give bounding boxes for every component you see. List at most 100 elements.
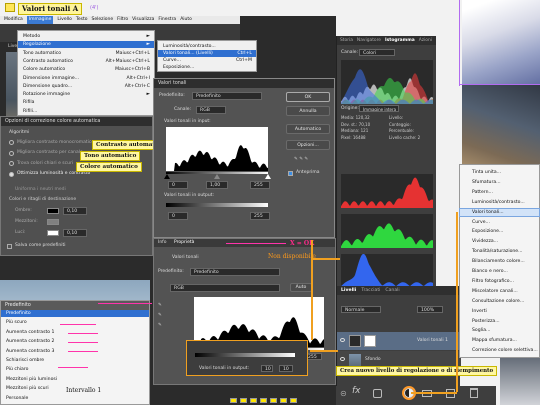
histogram-tab-1[interactable]: Navigatore	[357, 36, 381, 45]
black-input-slider[interactable]	[164, 174, 170, 179]
adjustment-layer-option[interactable]: Tonalità/saturazione...	[460, 248, 539, 255]
image-menu-item[interactable]: Contrasto automatico Alt+Maiusc+Ctrl+L	[18, 58, 154, 65]
menu-visualizza[interactable]: Visualizza	[132, 16, 154, 24]
menu-aiuto[interactable]: Aiuto	[180, 16, 192, 24]
black-output-field[interactable]: 0	[168, 212, 188, 220]
histogram-channel-select[interactable]: Colori	[359, 49, 395, 56]
menu-immagine[interactable]: Immagine	[26, 16, 54, 24]
adjustment-layer-option[interactable]: Curve...	[460, 219, 539, 226]
info-tab[interactable]: Info	[158, 240, 167, 246]
midtones-swatch[interactable]	[47, 219, 59, 225]
adjustment-layer-option[interactable]: Miscelatore canali...	[460, 288, 539, 295]
preset-item[interactable]: Schiarisci ombre	[1, 357, 149, 364]
layers-tab-0[interactable]: Livelli	[341, 286, 356, 295]
trash-icon[interactable]	[470, 388, 478, 398]
menu-livello[interactable]: Livello	[57, 16, 71, 24]
menu-testo[interactable]: Testo	[76, 16, 88, 24]
preset-item[interactable]: Mezzitoni più luminosi	[1, 376, 149, 383]
menu-selezione[interactable]: Selezione	[91, 16, 113, 24]
image-menu-item[interactable]: Colore automatico Maiusc+Ctrl+B	[18, 66, 154, 73]
adjustment-layer-option[interactable]: Pattern...	[460, 189, 539, 196]
preset-item[interactable]: Predefinito	[1, 310, 149, 317]
highlights-swatch[interactable]	[47, 230, 59, 236]
shadows-clip-field[interactable]: 0,10	[63, 207, 87, 215]
snap-neutral-checkbox[interactable]: Uniforma i neutri medi	[15, 187, 66, 193]
fx-icon[interactable]: fx	[352, 386, 361, 396]
black-input-field[interactable]: 0	[168, 181, 188, 189]
adjustments-menu-item[interactable]: Curve... Ctrl+M	[158, 57, 256, 64]
white-output-field[interactable]: 255	[250, 212, 270, 220]
cancel-button[interactable]: Annulla	[286, 106, 330, 116]
image-menu-item[interactable]: Regolazione ►	[18, 41, 154, 49]
histogram-tab-3[interactable]: Azioni	[419, 36, 432, 45]
adjustment-layer-option[interactable]: Correzione colore selettiva...	[460, 347, 539, 354]
save-default-checkbox[interactable]	[7, 244, 12, 249]
adjustment-layer-option[interactable]: Filtro fotografico...	[460, 278, 539, 285]
adjustment-layer-option[interactable]: Esposizione...	[460, 228, 539, 235]
algorithm-radio[interactable]	[9, 161, 14, 166]
adjustment-layer-option[interactable]: Inverti	[460, 308, 539, 315]
menu-filtro[interactable]: Filtro	[117, 16, 128, 24]
highlights-clip-field[interactable]: 0,10	[63, 229, 87, 237]
adjustments-menu-item[interactable]: Esposizione...	[158, 64, 256, 71]
algorithm-radio[interactable]	[9, 171, 14, 177]
adjustment-layer-option[interactable]: Mappa sfumatura...	[460, 337, 539, 344]
eyedropper-tools[interactable]: ✎ ✎ ✎	[158, 301, 162, 331]
source-select[interactable]: Immagine intera	[359, 105, 399, 112]
adjustment-layer-option[interactable]: Bilanciamento colore...	[460, 258, 539, 265]
preview-checkbox[interactable]	[288, 171, 293, 176]
link-layers-icon[interactable]: ⊝	[340, 389, 347, 398]
histogram-tab-2[interactable]: Istogramma	[385, 36, 415, 45]
layer-row-adjustment[interactable]: Valori tonali 1	[337, 332, 461, 350]
eyedropper-icons[interactable]: ✎ ✎ ✎	[294, 157, 308, 163]
adjustment-layer-option[interactable]: Vividezza...	[460, 238, 539, 245]
props-output-high[interactable]: 10	[279, 365, 293, 372]
algorithm-radio[interactable]	[9, 140, 14, 145]
image-menu-item[interactable]: Dimensione immagine... Alt+Ctrl+I	[18, 75, 154, 82]
preset-item[interactable]: Personale	[1, 395, 149, 402]
mask-icon[interactable]	[373, 389, 382, 398]
adjustments-menu-item[interactable]: Valori tonali... (Livelli) Ctrl+L	[158, 50, 256, 57]
image-menu-item[interactable]: Metodo ►	[18, 33, 154, 40]
props-preset-select[interactable]: Predefinito	[190, 268, 280, 276]
adjustment-layer-option[interactable]: Bianco e nero...	[460, 268, 539, 275]
properties-tab[interactable]: Proprietà	[174, 240, 194, 246]
ok-button[interactable]: OK	[286, 92, 330, 102]
adjustment-layer-option[interactable]: Posterizza...	[460, 318, 539, 325]
adjustment-layer-option[interactable]: Luminosità/contrasto...	[460, 199, 539, 206]
layers-tab-2[interactable]: Canali	[385, 286, 399, 295]
white-input-field[interactable]: 255	[250, 181, 270, 189]
auto-button[interactable]: Automatico	[286, 124, 330, 134]
props-output-low[interactable]: 10	[261, 365, 273, 372]
adjustments-menu-item[interactable]: Luminosità/contrasto...	[158, 43, 256, 50]
props-channel-select[interactable]: RGB	[170, 284, 280, 292]
gamma-input-slider[interactable]	[214, 174, 220, 179]
adjustment-layer-option[interactable]: Sfumatura...	[460, 179, 539, 186]
blend-mode-select[interactable]: Normale	[341, 306, 381, 313]
levels-preset-select[interactable]: Predefinito	[192, 92, 262, 100]
adjustment-layer-option[interactable]: Consultazione colore...	[460, 298, 539, 305]
menu-modifica[interactable]: Modifica	[4, 16, 23, 24]
image-menu-item[interactable]: Dimensione quadro... Alt+Ctrl+C	[18, 83, 154, 90]
image-menu-item[interactable]: Rifili...	[18, 108, 154, 115]
visibility-icon[interactable]	[340, 338, 345, 342]
new-layer-icon[interactable]	[446, 389, 455, 398]
props-auto-button[interactable]: Auto	[290, 283, 312, 292]
shadows-swatch[interactable]	[47, 208, 59, 214]
gamma-input-field[interactable]: 1,00	[206, 181, 228, 189]
layers-tab-1[interactable]: Tracciati	[361, 286, 380, 295]
layer-mask-thumb[interactable]	[364, 335, 376, 347]
menu-finestra[interactable]: Finestra	[158, 16, 176, 24]
options-button[interactable]: Opzioni...	[286, 140, 330, 150]
algorithm-radio[interactable]	[9, 150, 14, 156]
image-menu-item[interactable]: Tono automatico Maiusc+Ctrl+L	[18, 50, 154, 57]
visibility-icon[interactable]	[340, 357, 345, 361]
histogram-tab-0[interactable]: Storia	[340, 36, 353, 45]
adjustment-layer-option[interactable]: Tinta unita...	[460, 169, 539, 176]
image-menu-item[interactable]: Rotazione immagine ►	[18, 91, 154, 98]
image-menu-item[interactable]: Rifila	[18, 99, 154, 106]
adjustment-layer-option[interactable]: Valori tonali...	[459, 207, 540, 217]
levels-channel-select[interactable]: RGB	[196, 106, 226, 114]
adjustment-layer-option[interactable]: Soglia...	[460, 327, 539, 334]
white-input-slider[interactable]	[265, 174, 271, 179]
